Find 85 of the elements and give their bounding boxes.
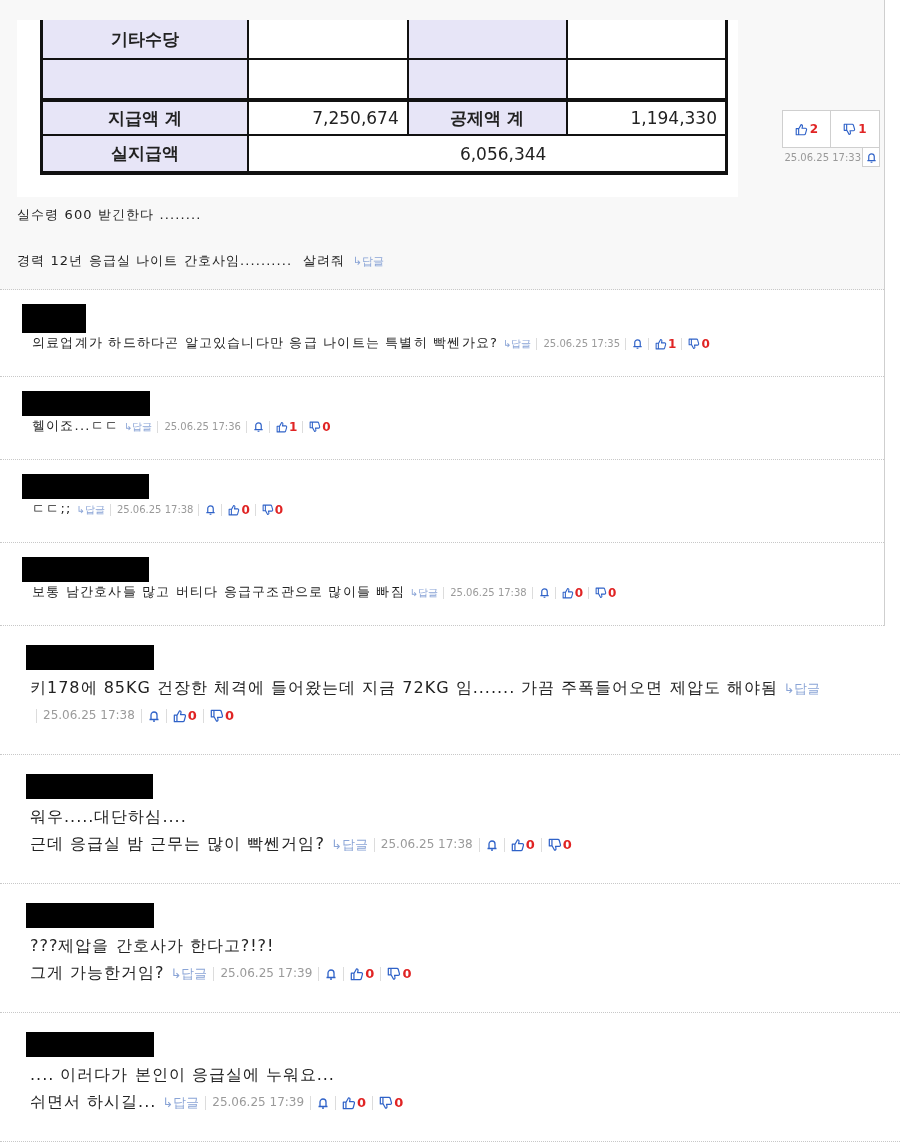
bell-icon[interactable] (252, 421, 264, 432)
comment-time: 25.06.25 17:35 (536, 337, 620, 350)
reply-link[interactable]: ↳답글 (503, 337, 532, 350)
thumbs-up-icon (350, 966, 365, 981)
redaction-block (22, 304, 86, 333)
like-button[interactable]: 2 (782, 110, 831, 148)
table-cell: 7,250,674 (248, 100, 408, 135)
table-cell: 6,056,344 (248, 135, 727, 173)
table-cell: 기타수당 (41, 20, 249, 59)
reply-link[interactable]: ↳답글 (76, 503, 105, 516)
thumbs-down-icon (688, 337, 701, 350)
dislike-button[interactable]: 0 (380, 966, 412, 981)
dislike-button[interactable]: 0 (302, 420, 331, 433)
reply-link[interactable]: ↳답글 (162, 1095, 200, 1110)
reply-link[interactable]: ↳답글 (409, 586, 439, 599)
like-button[interactable]: 0 (503, 837, 535, 852)
comment-text: ???제압을 간호사가 한다고?!?! (30, 935, 276, 957)
post-time: 25.06.25 17:33 (784, 152, 861, 163)
comment-text: 근데 응급실 밤 근무는 많이 빡쎈거임? (30, 834, 325, 853)
comment-text: 보통 남간호사들 많고 버티다 응급구조관으로 많이들 빠짐 (32, 584, 405, 599)
dislike-button[interactable]: 0 (202, 708, 234, 723)
bell-icon[interactable] (325, 967, 338, 980)
thumbs-down-icon (309, 420, 322, 433)
like-button[interactable]: 0 (343, 966, 375, 981)
comment-time: 25.06.25 17:36 (157, 420, 241, 433)
bell-icon[interactable] (147, 709, 160, 722)
dislike-button[interactable]: 0 (372, 1095, 404, 1110)
post-text: 경력 12년 응급실 나이트 간호사임.......... 살려줘 (17, 253, 346, 268)
dislike-button[interactable]: 0 (588, 586, 617, 599)
comment-text: .... 이러다가 본인이 응급실에 누워요... (30, 1064, 336, 1086)
reply-link[interactable]: ↳답글 (170, 966, 208, 981)
post-text: 실수령 600 받긴한다 ........ (17, 207, 202, 222)
comment-text: 헬이죠...ㄷㄷ (32, 418, 119, 433)
reply-link[interactable]: ↳답글 (330, 837, 368, 852)
thumbs-up-icon (561, 586, 574, 599)
reply-link[interactable]: ↳답글 (124, 420, 153, 433)
like-button[interactable]: 1 (268, 420, 298, 433)
thumbs-down-icon (843, 122, 857, 136)
bell-icon[interactable] (538, 587, 550, 598)
thumbs-up-icon (510, 837, 525, 852)
thumbs-up-icon (172, 708, 187, 723)
comment-time: 25.06.25 17:38 (109, 503, 194, 516)
like-button[interactable]: 1 (648, 337, 677, 350)
dislike-button[interactable]: 1 (831, 110, 880, 148)
comment-time: 25.06.25 17:38 (443, 586, 527, 599)
table-cell: 공제액 계 (407, 100, 567, 135)
thumbs-up-icon (228, 503, 241, 516)
dislike-button[interactable]: 0 (681, 337, 710, 350)
like-button[interactable]: 0 (221, 503, 250, 516)
comment-time: 25.06.25 17:39 (213, 966, 313, 981)
like-button[interactable]: 0 (165, 708, 197, 723)
reply-link[interactable]: ↳답글 (353, 255, 385, 268)
thumbs-down-icon (379, 1095, 394, 1110)
comment-text: 쉬면서 하시길... (30, 1092, 157, 1111)
like-button[interactable]: 0 (335, 1095, 367, 1110)
comment-text: 키178에 85KG 건장한 체격에 들어왔는데 지금 72KG 임....... 가끔 주폭들어오면 제압도 해야됨 (30, 678, 778, 697)
bell-icon[interactable] (485, 838, 498, 851)
comment-time: 25.06.25 17:38 (36, 708, 135, 723)
thumbs-up-icon (342, 1095, 357, 1110)
bell-icon[interactable] (205, 504, 217, 515)
thumbs-up-icon (794, 122, 808, 136)
dislike-button[interactable]: 0 (254, 503, 284, 516)
reply-link[interactable]: ↳답글 (783, 681, 821, 696)
thumbs-down-icon (261, 503, 274, 516)
notify-button[interactable] (862, 148, 880, 167)
bell-icon[interactable] (317, 1096, 330, 1109)
dislike-button[interactable]: 0 (540, 837, 572, 852)
like-button[interactable]: 0 (554, 586, 584, 599)
thumbs-down-icon (209, 708, 224, 723)
thumbs-down-icon (547, 837, 562, 852)
bell-icon (865, 151, 877, 163)
thumbs-down-icon (387, 966, 402, 981)
thumbs-down-icon (595, 586, 608, 599)
table-cell: 지급액 계 (41, 100, 249, 135)
thumbs-up-icon (275, 420, 288, 433)
comment-time: 25.06.25 17:39 (205, 1095, 305, 1110)
comment-text: 워우.....대단하심.... (30, 806, 188, 828)
comment-text: 그게 가능한거임? (30, 963, 165, 982)
comment-text: ㄷㄷ;; (32, 501, 72, 516)
bell-icon[interactable] (632, 338, 643, 349)
comment-time: 25.06.25 17:38 (373, 837, 473, 852)
comment-text: 의료업계가 하드하다곤 알고있습니다만 응급 나이트는 특별히 빡쎈가요? (32, 335, 499, 350)
thumbs-up-icon (655, 337, 667, 350)
table-cell: 실지급액 (41, 135, 249, 173)
table-cell: 1,194,330 (566, 100, 727, 135)
